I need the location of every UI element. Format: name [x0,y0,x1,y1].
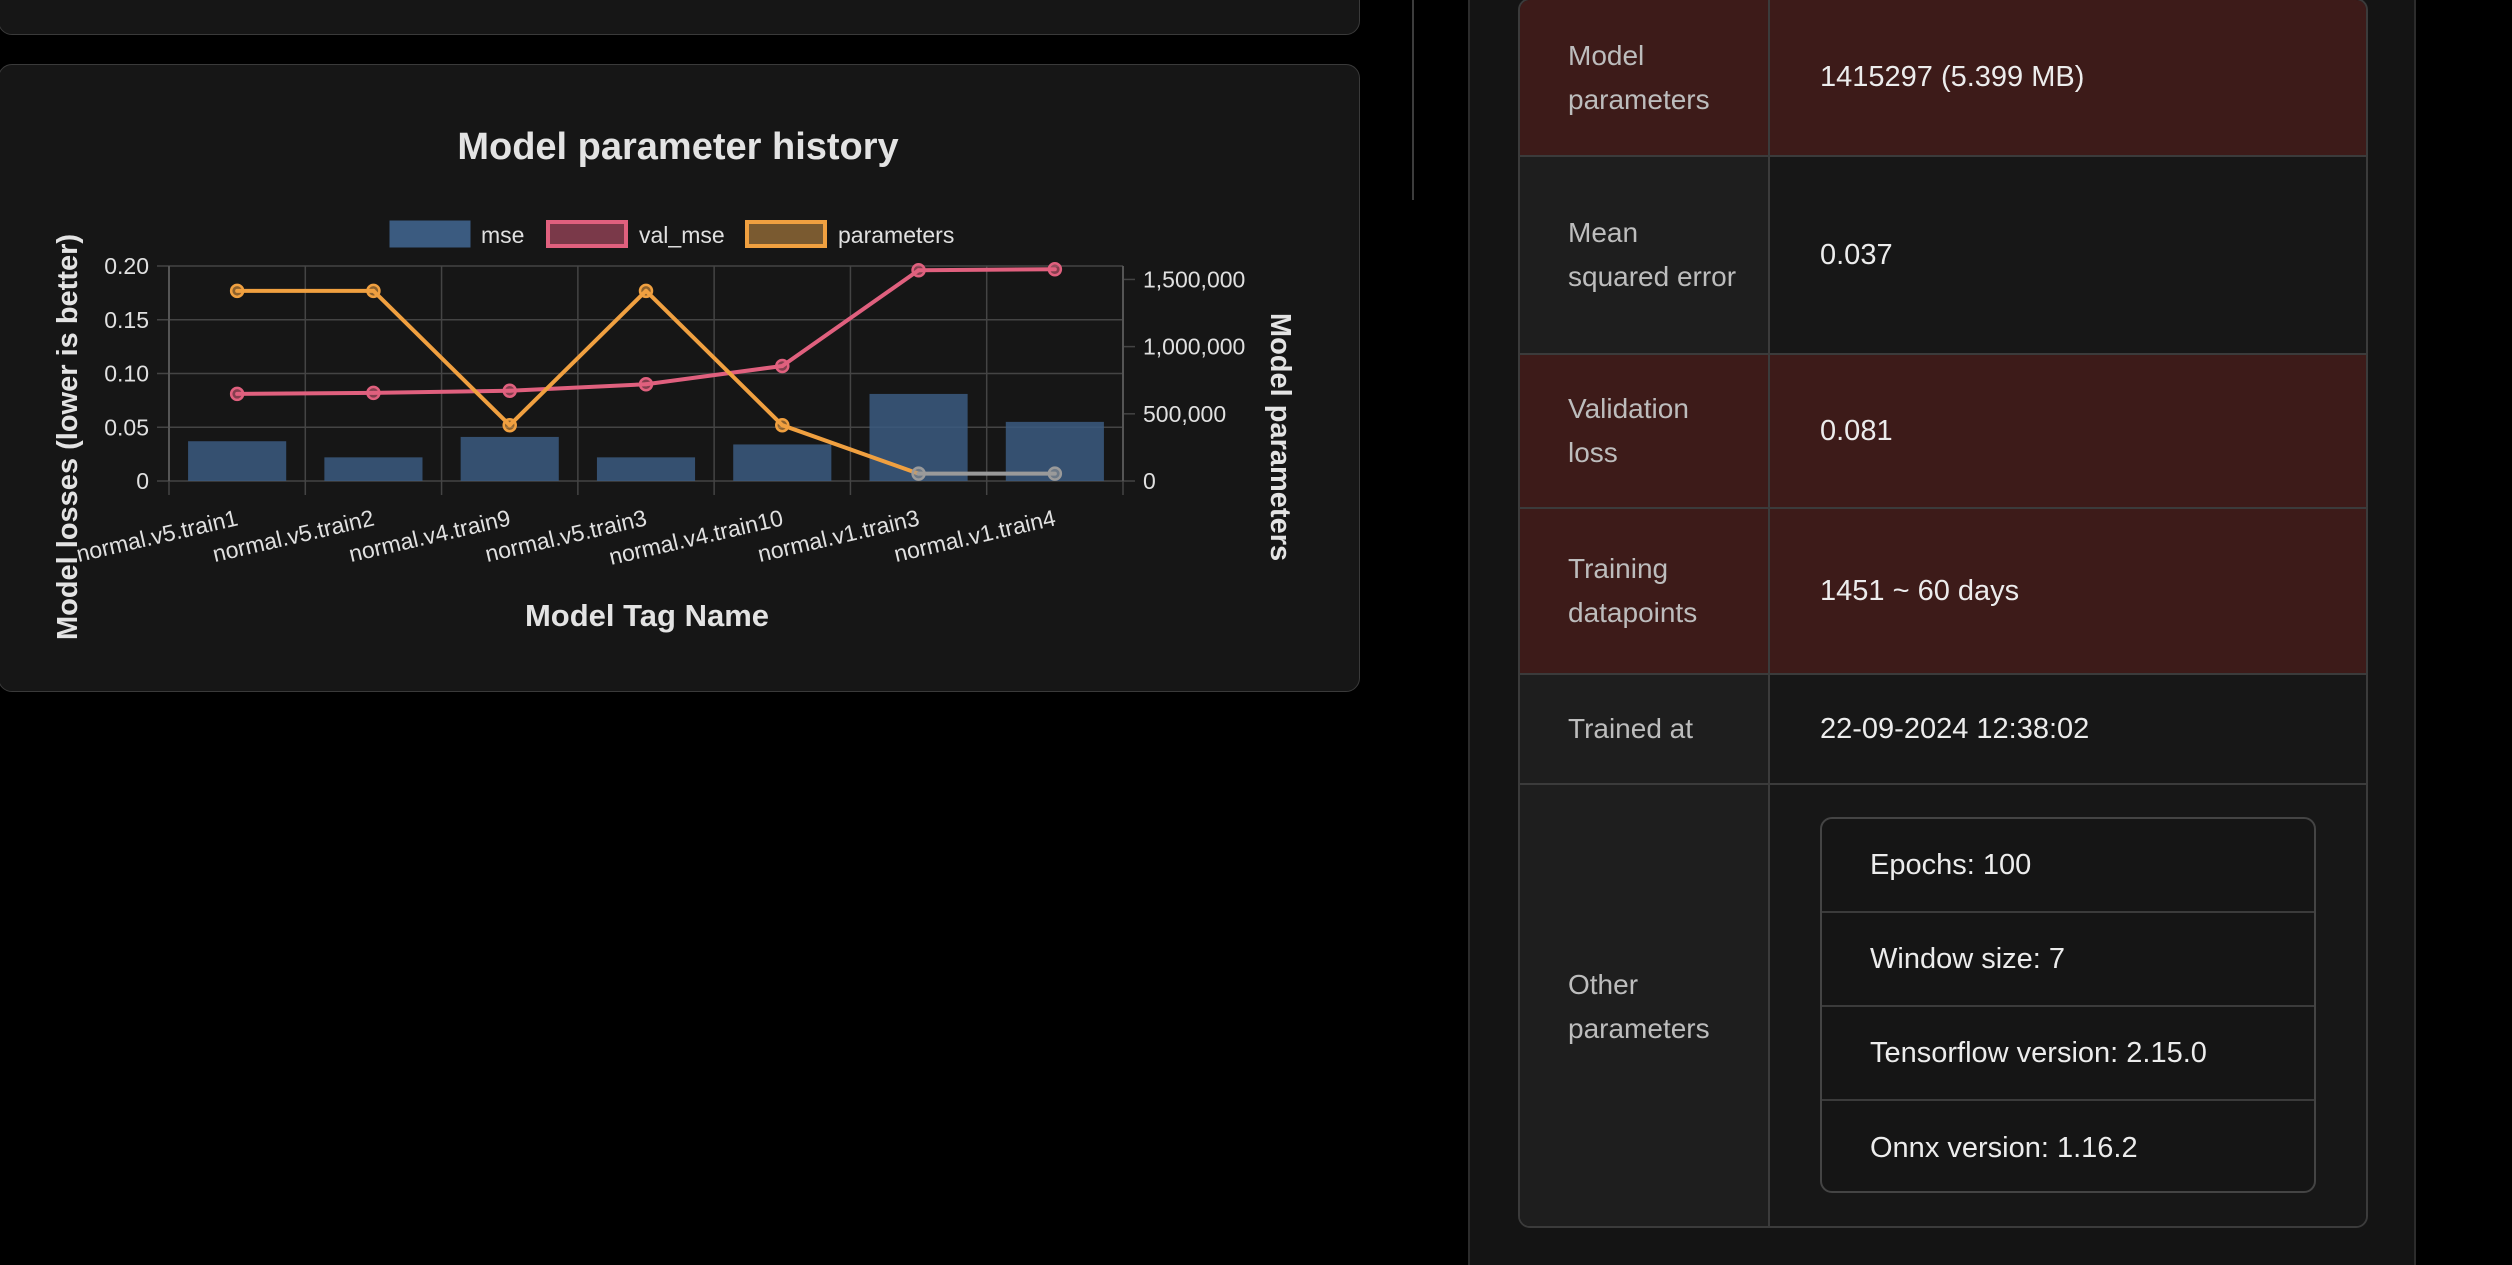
legend-item-mse[interactable]: mse [389,220,524,248]
list-item-window-size: Window size: 7 [1822,913,2314,1007]
x-axis-ticks: normal.v5.train1normal.v5.train2normal.v… [74,504,1058,569]
row-label: Training datapoints [1520,509,1770,673]
row-value: 0.037 [1820,238,1893,271]
point-val-mse[interactable] [911,263,926,278]
point-val-mse[interactable] [1047,261,1063,277]
bar-mse[interactable] [596,457,696,481]
line-segment-val-mse [916,267,1057,273]
list-item-tensorflow-version: Tensorflow version: 2.15.0 [1822,1007,2314,1101]
row-model-parameters: Model parameters 1415297 (5.399 MB) [1520,0,2366,157]
point-val-mse[interactable] [502,383,517,398]
other-parameters-list: Epochs: 100 Window size: 7 Tensorflow ve… [1820,817,2316,1193]
previous-card [0,0,1360,35]
bar-mse[interactable] [324,457,423,481]
row-value: Epochs: 100 Window size: 7 Tensorflow ve… [1770,785,2366,1226]
legend-label-val-mse: val_mse [639,222,725,248]
point-parameters[interactable] [366,283,381,299]
y-tick-label: 0 [136,468,149,494]
model-history-chart-card: Model parameter history mse val_mse para… [0,64,1360,692]
legend-item-parameters[interactable]: parameters [745,220,954,248]
row-label: Mean squared error [1520,157,1770,353]
legend-label-mse: mse [481,222,524,248]
y2-tick-label: 1,500,000 [1143,266,1245,292]
point-parameters[interactable] [911,466,926,481]
y2-tick-label: 1,000,000 [1143,334,1245,360]
line-segment-val-mse [371,388,512,395]
point-parameters[interactable] [1047,466,1063,481]
point-parameters[interactable] [229,283,245,299]
y2-axis-ticks: 1,500,000 1,000,000 500,000 0 [1143,266,1245,494]
y2-axis-title: Model parameters [1264,313,1296,561]
y-tick-label: 0.15 [104,307,149,333]
model-info-table: Model parameters 1415297 (5.399 MB) Mean… [1518,0,2368,1228]
line-segment-val-mse [235,390,376,396]
y2-tick-label: 0 [1143,468,1156,494]
bar-mse[interactable] [460,436,559,481]
point-parameters[interactable] [502,417,517,433]
mse-bars [188,393,1104,481]
column-divider [1412,0,1414,200]
row-value: 1415297 (5.399 MB) [1820,61,2085,93]
row-mean-squared-error: Mean squared error 0.037 [1520,157,2366,355]
row-label: Trained at [1520,675,1770,783]
point-val-mse[interactable] [638,377,654,392]
row-validation-loss: Validation loss 0.081 [1520,355,2366,509]
y-axis-ticks: 0.20 0.15 0.10 0.05 0 [104,253,149,494]
y-tick-label: 0.10 [104,361,149,387]
point-parameters[interactable] [638,283,654,299]
point-parameters[interactable] [775,417,790,433]
y-axis-title: Model losses (lower is better) [52,234,84,640]
list-item-epochs: Epochs: 100 [1822,819,2314,913]
bar-mse[interactable] [733,444,832,481]
legend-swatch-parameters [745,220,827,248]
legend-swatch-mse [389,220,471,248]
row-label: Validation loss [1520,355,1770,507]
y2-tick-label: 500,000 [1143,401,1226,427]
point-val-mse[interactable] [366,385,381,401]
row-label: Other parameters [1520,785,1770,1226]
point-val-mse[interactable] [775,358,790,374]
y-tick-label: 0.20 [104,253,149,279]
row-value: 0.081 [1820,414,1893,447]
bar-mse[interactable] [188,441,287,481]
chart-legend: mse val_mse parameters [389,220,954,248]
row-training-datapoints: Training datapoints 1451 ~ 60 days [1520,509,2366,675]
point-val-mse[interactable] [229,386,245,402]
row-trained-at: Trained at 22-09-2024 12:38:02 [1520,675,2366,785]
row-value: 22-09-2024 12:38:02 [1820,712,2090,745]
row-value: 1451 ~ 60 days [1820,574,2020,607]
y-tick-label: 0.05 [104,414,149,440]
model-history-chart: Model parameter history mse val_mse para… [52,126,1296,640]
chart-title: Model parameter history [457,126,898,168]
legend-swatch-val-mse [546,220,628,248]
x-axis-title: Model Tag Name [525,598,769,633]
legend-label-parameters: parameters [838,222,954,248]
list-item-onnx-version: Onnx version: 1.16.2 [1870,1131,2138,1164]
row-other-parameters: Other parameters Epochs: 100 Window size… [1520,785,2366,1226]
row-label: Model parameters [1520,0,1770,155]
legend-item-val-mse[interactable]: val_mse [546,220,725,248]
